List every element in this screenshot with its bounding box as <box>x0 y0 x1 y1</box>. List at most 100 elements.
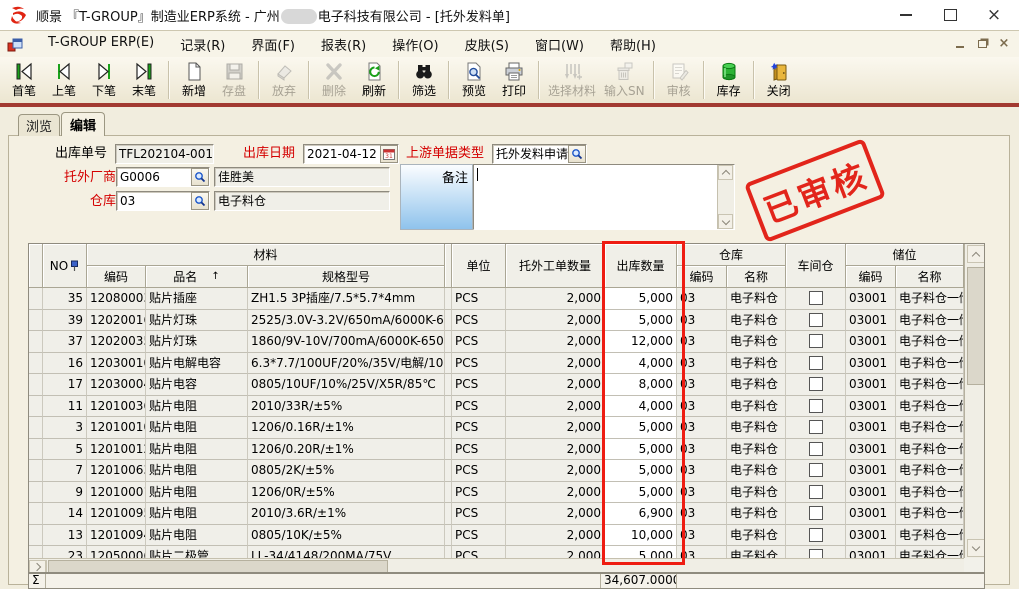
header-unit[interactable]: 单位 <box>452 244 506 288</box>
audit-button: 审核 <box>659 58 699 102</box>
save-button: 存盘 <box>214 58 254 102</box>
workshop-checkbox[interactable] <box>809 377 823 391</box>
header-warehouse-group[interactable]: 仓库 <box>677 244 786 266</box>
refresh-button[interactable]: 刷新 <box>354 58 394 102</box>
workshop-checkbox[interactable] <box>809 549 823 558</box>
table-row[interactable]: 912010001贴片电阻1206/0R/±5%PCS2,0005,00003电… <box>29 482 964 504</box>
menu-item[interactable]: 窗口(W) <box>522 32 597 57</box>
workshop-checkbox[interactable] <box>809 399 823 413</box>
table-row[interactable]: 1312010094贴片电阻0805/10K/±5%PCS2,00010,000… <box>29 525 964 547</box>
table-row[interactable]: 312010010贴片电阻1206/0.16R/±1%PCS2,0005,000… <box>29 417 964 439</box>
table-row[interactable]: 512010012贴片电阻1206/0.20R/±1%PCS2,0005,000… <box>29 439 964 461</box>
header-location-group[interactable]: 储位 <box>846 244 964 266</box>
header-material-name[interactable]: 品名 ↑ <box>146 266 248 288</box>
table-row[interactable]: 1412010095贴片电阻2010/3.6R/±1%PCS2,0006,900… <box>29 503 964 525</box>
scroll-up-button[interactable] <box>967 245 985 263</box>
workshop-checkbox[interactable] <box>809 420 823 434</box>
new-doc-button[interactable]: 新增 <box>174 58 214 102</box>
maximize-button[interactable] <box>933 4 967 26</box>
header-material-code[interactable]: 编码 <box>87 266 146 288</box>
cell-loc-name: 电子料仓一储 <box>896 525 964 547</box>
horizontal-scroll-thumb[interactable] <box>48 560 388 573</box>
header-warehouse-code[interactable]: 编码 <box>677 266 727 288</box>
workshop-cell <box>786 546 846 558</box>
header-spec[interactable]: 规格型号 <box>248 266 445 288</box>
cell-issue-qty: 6,900 <box>605 503 677 525</box>
menu-item[interactable]: 操作(O) <box>379 32 451 57</box>
minimize-button[interactable] <box>889 4 923 26</box>
header-location-name[interactable]: 名称 <box>896 266 964 288</box>
upstream-type-lookup-button[interactable] <box>568 145 586 163</box>
workshop-cell <box>786 353 846 375</box>
header-location-code[interactable]: 编码 <box>846 266 896 288</box>
table-row[interactable]: 712010063贴片电阻0805/2K/±5%PCS2,0005,00003电… <box>29 460 964 482</box>
workshop-checkbox[interactable] <box>809 528 823 542</box>
header-no[interactable]: NO <box>43 244 87 288</box>
last-record-button[interactable]: 末笔 <box>124 58 164 102</box>
inventory-button[interactable]: 库存 <box>709 58 749 102</box>
menu-item[interactable]: T-GROUP ERP(E) <box>35 32 167 57</box>
workshop-checkbox[interactable] <box>809 356 823 370</box>
scroll-down-button[interactable] <box>718 214 733 229</box>
vendor-lookup-button[interactable] <box>191 168 209 186</box>
mdi-minimize-button[interactable] <box>953 37 967 50</box>
preview-button[interactable]: 预览 <box>454 58 494 102</box>
table-row[interactable]: 3712020035贴片灯珠1860/9V-10V/700mA/6000K-65… <box>29 331 964 353</box>
header-material-group[interactable]: 材料 <box>87 244 445 266</box>
cell-spec: 2010/3.6R/±1% <box>248 503 445 525</box>
workshop-checkbox[interactable] <box>809 463 823 477</box>
table-row[interactable]: 3512080003贴片插座ZH1.5 3P插座/7.5*5.7*4mmPCS2… <box>29 288 964 310</box>
tab-browse[interactable]: 浏览 <box>18 114 60 136</box>
workshop-checkbox[interactable] <box>809 442 823 456</box>
header-order-qty[interactable]: 托外工单数量 <box>506 244 605 288</box>
scroll-up-button[interactable] <box>718 165 733 180</box>
vertical-scroll-thumb[interactable] <box>967 267 985 385</box>
header-workshop[interactable]: 车间仓 <box>786 244 846 288</box>
menu-item[interactable]: 报表(R) <box>308 32 379 57</box>
workshop-checkbox[interactable] <box>809 485 823 499</box>
cell-order-qty: 2,000 <box>506 310 605 332</box>
scroll-down-button[interactable] <box>967 539 985 557</box>
workshop-checkbox[interactable] <box>809 291 823 305</box>
remark-textarea[interactable] <box>473 164 735 230</box>
table-row[interactable]: 1112010036贴片电阻2010/33R/±5%PCS2,0004,0000… <box>29 396 964 418</box>
workshop-checkbox[interactable] <box>809 313 823 327</box>
cell-issue-qty: 8,000 <box>605 374 677 396</box>
title-bar: 顺景 『T-GROUP』制造业ERP系统 - 广州电子科技有限公司 - [托外发… <box>0 0 1019 31</box>
menu-item[interactable]: 皮肤(S) <box>452 32 522 57</box>
cell-wh-code: 03 <box>677 503 727 525</box>
table-row[interactable]: 2312050006贴片二极管LL-34/4148/200MA/75VPCS2,… <box>29 546 964 558</box>
header-warehouse-name[interactable]: 名称 <box>727 266 786 288</box>
menu-item[interactable]: 界面(F) <box>238 32 308 57</box>
workshop-checkbox[interactable] <box>809 334 823 348</box>
cell-name: 贴片电阻 <box>146 525 248 547</box>
horizontal-scrollbar[interactable] <box>29 558 964 573</box>
calendar-button[interactable]: 31 <box>380 145 398 163</box>
exit-button[interactable]: 关闭 <box>759 58 799 102</box>
filter-button[interactable]: 筛选 <box>404 58 444 102</box>
next-record-button[interactable]: 下笔 <box>84 58 124 102</box>
clipped-cell <box>445 482 452 504</box>
toolbar-button-label: 选择材料 <box>548 82 596 99</box>
preview-icon <box>464 61 484 81</box>
header-issue-qty[interactable]: 出库数量 <box>605 244 677 288</box>
prev-record-button[interactable]: 上笔 <box>44 58 84 102</box>
tab-edit[interactable]: 编辑 <box>61 112 105 136</box>
cell-loc-code: 03001 <box>846 396 896 418</box>
close-button[interactable]: × <box>977 4 1011 26</box>
table-row[interactable]: 1712030004贴片电容0805/10UF/10%/25V/X5R/85℃P… <box>29 374 964 396</box>
scroll-right-button[interactable] <box>29 560 46 573</box>
menu-item[interactable]: 帮助(H) <box>597 32 669 57</box>
warehouse-lookup-button[interactable] <box>191 192 209 210</box>
table-row[interactable]: 3912020016贴片灯珠2525/3.0V-3.2V/650mA/6000K… <box>29 310 964 332</box>
mdi-close-button[interactable]: × <box>997 37 1011 50</box>
mdi-restore-button[interactable] <box>975 37 989 50</box>
table-row[interactable]: 1612030010贴片电解电容6.3*7.7/100UF/20%/35V/电解… <box>29 353 964 375</box>
print-button[interactable]: 打印 <box>494 58 534 102</box>
first-record-button[interactable]: 首笔 <box>4 58 44 102</box>
workshop-checkbox[interactable] <box>809 506 823 520</box>
remark-scrollbar[interactable] <box>717 165 734 229</box>
vertical-scrollbar[interactable] <box>964 244 985 558</box>
menu-item[interactable]: 记录(R) <box>167 32 238 57</box>
cell-loc-name: 电子料仓一储 <box>896 460 964 482</box>
